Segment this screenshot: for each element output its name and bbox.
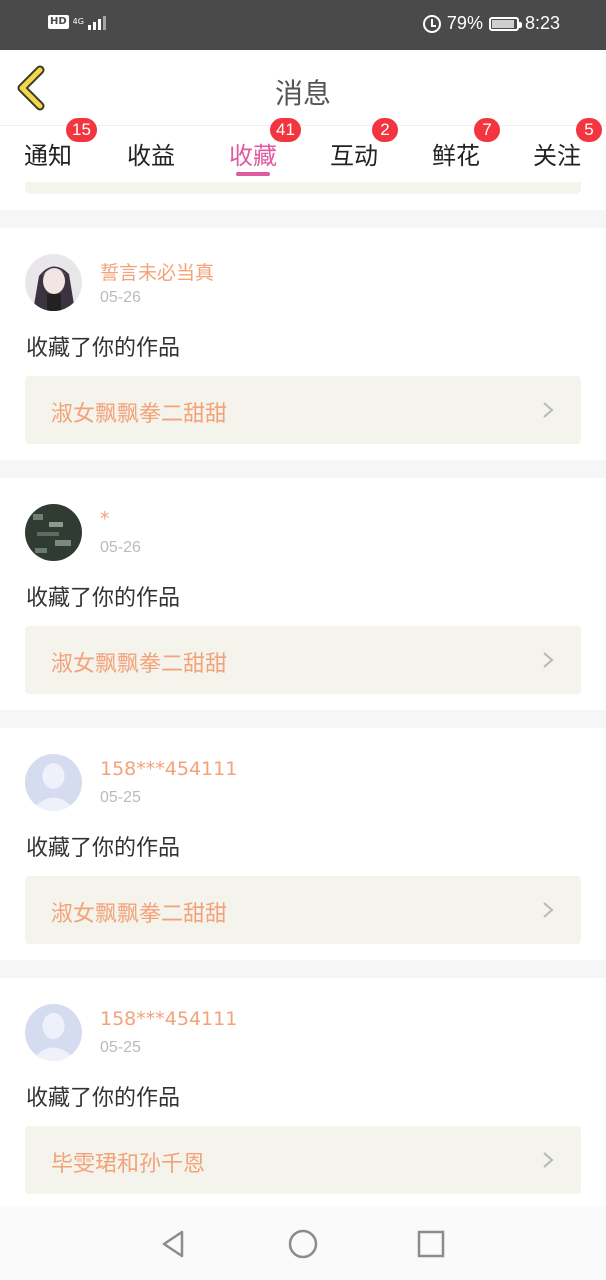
chevron-right-icon [543,402,554,418]
battery-percent: 79% [446,13,483,33]
notifications-badge: 15 [66,118,97,142]
hd-indicator: HD [48,15,69,29]
username[interactable]: * [100,508,110,530]
username[interactable]: 誓言未必当真 [100,258,214,285]
chevron-right-icon [543,652,554,668]
date: 05-26 [100,539,141,556]
status-right: 79% 8:23 [422,13,560,34]
default-avatar-icon [25,754,82,811]
tab-bar: 通知 15 收益 收藏 41 互动 2 鲜花 7 关注 5 [0,118,606,182]
list-item: 誓言未必当真 05-26 收藏了你的作品 淑女飘飘拳二甜甜 [0,228,606,460]
avatar[interactable] [25,1004,82,1061]
username[interactable]: 158***454111 [100,1008,237,1030]
status-left: HD 4G [48,14,106,30]
work-title: 淑女飘飘拳二甜甜 [51,902,228,927]
default-avatar-icon [25,1004,82,1061]
nav-home-button[interactable] [283,1224,323,1264]
app-header: 消息 [0,50,606,126]
network-type: 4G [72,17,84,26]
nav-back-button[interactable] [154,1224,194,1264]
recents-square-icon [417,1230,445,1258]
work-title: 淑女飘飘拳二甜甜 [51,652,228,677]
action-text: 收藏了你的作品 [26,1086,181,1111]
tab-earnings[interactable]: 收益 [127,136,175,171]
list-item: 158***454111 05-25 收藏了你的作品 毕雯珺和孙千恩 [0,978,606,1206]
work-title: 淑女飘飘拳二甜甜 [51,402,228,427]
anime-avatar-icon [25,254,82,311]
tab-follows[interactable]: 关注 [533,136,581,171]
tab-notifications[interactable]: 通知 [24,136,72,171]
chevron-right-icon [543,902,554,918]
favorites-badge: 41 [270,118,301,142]
avatar[interactable] [25,504,82,561]
flowers-badge: 7 [474,118,500,142]
list-item: 158***454111 05-25 收藏了你的作品 淑女飘飘拳二甜甜 [0,728,606,960]
work-link[interactable]: 淑女飘飘拳二甜甜 [25,626,581,694]
list-item: * 05-26 收藏了你的作品 淑女飘飘拳二甜甜 [0,478,606,710]
work-link[interactable]: 淑女飘飘拳二甜甜 [25,876,581,944]
home-circle-icon [288,1229,318,1259]
chevron-right-icon [543,1152,554,1168]
tab-favorites[interactable]: 收藏 [229,136,277,171]
battery-icon [488,16,522,31]
signal-icon [87,14,106,30]
avatar[interactable] [25,754,82,811]
alarm-icon [422,14,441,33]
tab-flowers[interactable]: 鲜花 [432,136,480,171]
action-text: 收藏了你的作品 [26,586,181,611]
previous-item-remnant [0,182,606,210]
interactions-badge: 2 [372,118,398,142]
date: 05-26 [100,289,141,306]
status-bar: HD 4G 79% 8:23 [0,0,606,50]
work-title: 毕雯珺和孙千恩 [51,1152,206,1177]
username[interactable]: 158***454111 [100,758,237,780]
action-text: 收藏了你的作品 [26,336,181,361]
clock: 8:23 [524,13,560,33]
back-triangle-icon [162,1230,184,1258]
page-title: 消息 [274,77,331,110]
follows-badge: 5 [576,118,602,142]
tab-interactions[interactable]: 互动 [330,136,378,171]
message-list[interactable]: 誓言未必当真 05-26 收藏了你的作品 淑女飘飘拳二甜甜 * 05-26 收藏… [0,182,606,1206]
active-tab-indicator [236,172,270,176]
work-link[interactable]: 毕雯珺和孙千恩 [25,1126,581,1194]
date: 05-25 [100,789,141,806]
action-text: 收藏了你的作品 [26,836,181,861]
avatar[interactable] [25,254,82,311]
date: 05-25 [100,1039,141,1056]
dark-avatar-icon [25,504,82,561]
system-nav-bar [0,1206,606,1280]
work-link[interactable]: 淑女飘飘拳二甜甜 [25,376,581,444]
nav-recents-button[interactable] [411,1224,451,1264]
